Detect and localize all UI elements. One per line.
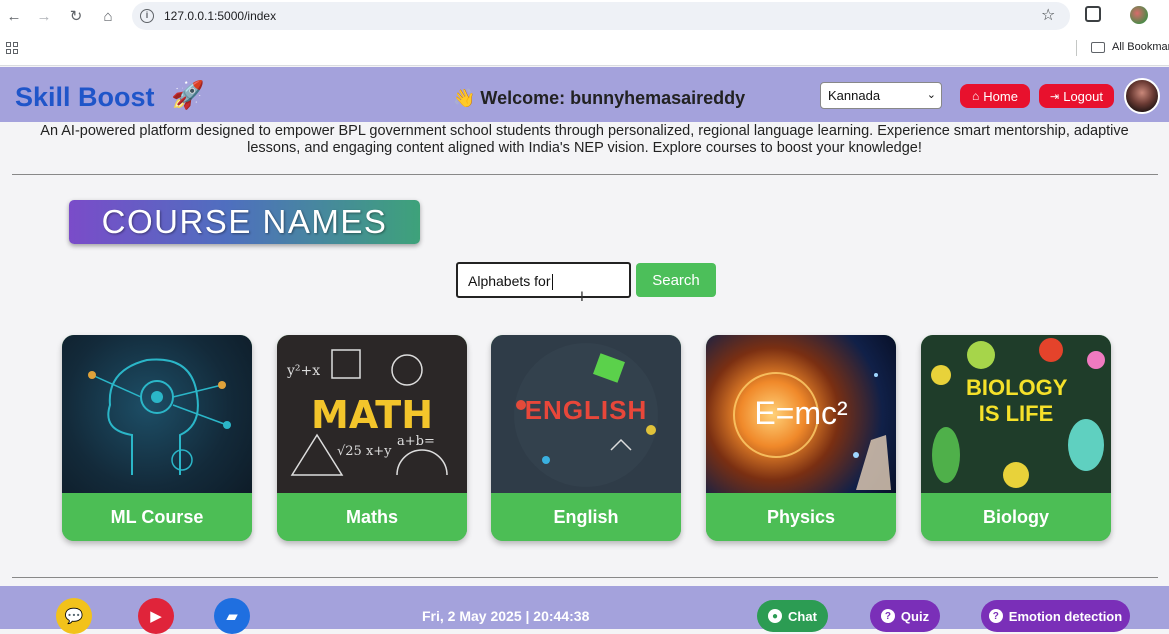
course-card-label: English — [491, 493, 681, 541]
search-input[interactable]: Alphabets for — [456, 262, 631, 298]
chat-button[interactable]: ● Chat — [757, 600, 828, 632]
all-bookmarks-link[interactable]: All Bookmar — [1112, 41, 1169, 53]
browser-profile-icon[interactable] — [1130, 6, 1148, 24]
avatar[interactable] — [1124, 78, 1160, 114]
course-card-ml[interactable]: ML Course — [62, 335, 252, 541]
ai-head-illustration — [88, 358, 231, 475]
url-text: 127.0.0.1:5000/index — [164, 9, 277, 23]
divider — [12, 577, 1158, 578]
question-icon: ? — [880, 609, 895, 623]
logout-button[interactable]: ⇥ Logout — [1039, 84, 1114, 108]
bookmark-star-icon[interactable]: ☆ — [1041, 5, 1055, 25]
course-card-label: Physics — [706, 493, 896, 541]
ml-course-image — [62, 335, 252, 493]
course-card-label: Biology — [921, 493, 1111, 541]
course-card-biology[interactable]: BIOLOGY IS LIFE Biology — [921, 335, 1111, 541]
home-icon[interactable]: ⌂ — [97, 5, 119, 27]
back-icon[interactable]: ← — [3, 5, 25, 27]
course-card-label: Maths — [277, 493, 467, 541]
home-button[interactable]: ⌂ Home — [960, 84, 1030, 108]
course-card-label: ML Course — [62, 493, 252, 541]
address-bar[interactable]: i 127.0.0.1:5000/index — [132, 2, 1070, 30]
course-card-maths[interactable]: y²+x a+b= √25 x+y MATH Maths — [277, 335, 467, 541]
biology-art-text: BIOLOGY IS LIFE — [966, 375, 1068, 426]
forward-icon[interactable]: → — [33, 5, 55, 27]
svg-text:√25 x+y: √25 x+y — [337, 444, 392, 459]
chevron-down-icon: ⌄ — [926, 89, 936, 101]
folder-icon — [1091, 42, 1105, 53]
site-info-icon[interactable]: i — [140, 9, 154, 23]
logout-icon: ⇥ — [1050, 90, 1060, 103]
apps-grid-icon[interactable] — [6, 42, 18, 54]
math-art-text: MATH — [311, 393, 433, 437]
house-icon: ⌂ — [972, 89, 980, 103]
english-art-text: ENGLISH — [524, 395, 648, 425]
svg-text:y²+x: y²+x — [286, 363, 320, 379]
emotion-detection-label: Emotion detection — [1008, 608, 1123, 624]
quiz-button[interactable]: ? Quiz — [870, 600, 940, 632]
app-footer: 💬 ▶ ▰ Fri, 2 May 2025 | 20:44:38 ● Chat … — [0, 586, 1169, 634]
search-button[interactable]: Search — [636, 263, 716, 297]
rocket-icon: 🚀 — [171, 80, 205, 110]
course-card-english[interactable]: ENGLISH English — [491, 335, 681, 541]
quiz-button-label: Quiz — [900, 608, 930, 624]
course-names-heading: COURSE NAMES — [69, 200, 420, 244]
app-header: Skill Boost 🚀 👋 Welcome: bunnyhemasaired… — [0, 67, 1169, 122]
browser-chrome: ← → ↻ ⌂ i 127.0.0.1:5000/index ☆ All Boo… — [0, 0, 1169, 66]
robot-icon: ● — [768, 609, 783, 623]
course-card-physics[interactable]: E=mc² Physics — [706, 335, 896, 541]
current-datetime: Fri, 2 May 2025 | 20:44:38 — [422, 608, 590, 624]
platform-description: An AI-powered platform designed to empow… — [40, 123, 1129, 156]
home-button-label: Home — [983, 88, 1018, 104]
logout-button-label: Logout — [1063, 88, 1103, 104]
question-icon: ? — [988, 609, 1003, 623]
search-input-value: Alphabets for — [468, 273, 551, 289]
biology-course-image: BIOLOGY IS LIFE — [921, 335, 1111, 493]
bookmarks-divider — [1076, 40, 1077, 56]
brand-title[interactable]: Skill Boost — [15, 82, 155, 113]
extensions-icon[interactable] — [1085, 6, 1101, 22]
physics-art-text: E=mc² — [754, 395, 848, 431]
english-course-image: ENGLISH — [491, 335, 681, 493]
welcome-message: 👋 Welcome: bunnyhemasaireddy — [453, 88, 746, 108]
maths-course-image: y²+x a+b= √25 x+y MATH — [277, 335, 467, 493]
emotion-detection-button[interactable]: ? Emotion detection — [981, 600, 1130, 632]
reload-icon[interactable]: ↻ — [65, 5, 87, 27]
text-cursor — [551, 274, 553, 291]
language-select[interactable]: Kannada ⌄ — [820, 82, 942, 109]
language-selected-value: Kannada — [828, 88, 881, 103]
mouse-ibeam-cursor-icon: I — [580, 288, 584, 304]
physics-course-image: E=mc² — [706, 335, 896, 493]
divider — [12, 174, 1158, 175]
chat-button-label: Chat — [788, 608, 817, 624]
